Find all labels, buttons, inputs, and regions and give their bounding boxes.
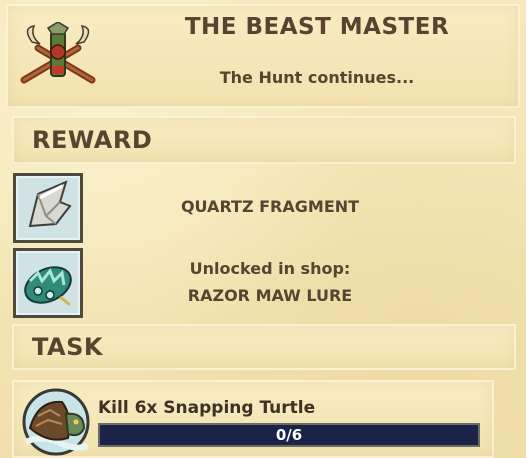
shop-unlock-item-name: RAZOR MAW LURE bbox=[187, 286, 353, 305]
quartz-fragment-icon bbox=[28, 180, 72, 228]
reward-item-label: QUARTZ FRAGMENT bbox=[180, 197, 360, 216]
quest-subtitle: The Hunt continues... bbox=[219, 68, 415, 87]
snapping-turtle-icon bbox=[22, 388, 90, 458]
razor-maw-lure-icon bbox=[24, 266, 72, 307]
task-section-title: TASK bbox=[32, 333, 103, 361]
quest-title: THE BEAST MASTER bbox=[184, 14, 450, 40]
task-progress-text: 0/6 bbox=[275, 426, 303, 444]
reward-section-title: REWARD bbox=[32, 126, 153, 154]
reward-item-quartz-fragment[interactable] bbox=[13, 173, 83, 243]
beast-master-emblem-icon bbox=[18, 21, 98, 94]
task-progress-bar: 0/6 bbox=[98, 423, 480, 447]
shop-unlock-label: Unlocked in shop: bbox=[189, 259, 351, 278]
task-description: Kill 6x Snapping Turtle bbox=[98, 398, 316, 418]
reward-item-razor-maw-lure[interactable] bbox=[13, 248, 83, 318]
